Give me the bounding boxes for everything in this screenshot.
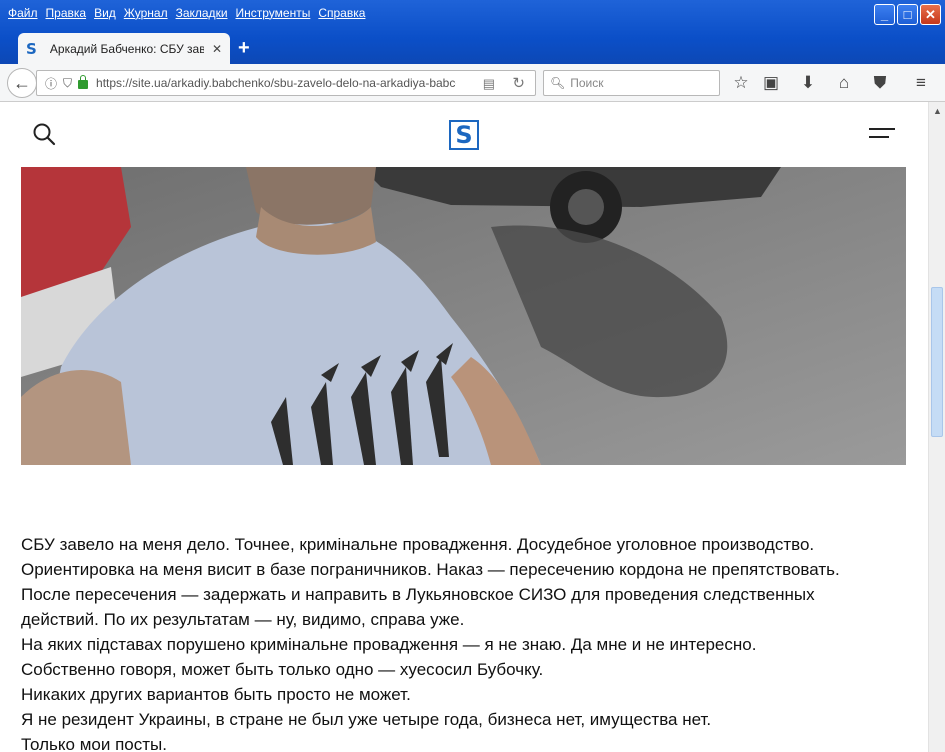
reload-icon[interactable]: ↻ bbox=[512, 74, 525, 92]
menu-tools[interactable]: Инструменты bbox=[232, 6, 315, 22]
close-icon: ✕ bbox=[925, 6, 936, 22]
bookmark-star-icon[interactable]: ☆ bbox=[730, 72, 752, 94]
menu-bookmarks[interactable]: Закладки bbox=[172, 6, 232, 22]
url-text[interactable]: https://site.ua/arkadiy.babchenko/sbu-za… bbox=[96, 76, 456, 90]
close-window-button[interactable]: ✕ bbox=[920, 4, 941, 25]
menu-view[interactable]: Вид bbox=[90, 6, 120, 22]
site-header: S bbox=[0, 102, 928, 166]
menu-help[interactable]: Справка bbox=[314, 6, 369, 22]
back-button[interactable]: ← bbox=[7, 68, 37, 98]
maximize-icon: □ bbox=[903, 7, 912, 22]
site-favicon-icon: S bbox=[26, 39, 37, 58]
tab-close-icon[interactable]: ✕ bbox=[212, 42, 222, 56]
article-line: Ориентировка на меня висит в базе погран… bbox=[21, 560, 840, 579]
page-scrollbar[interactable]: ▲ bbox=[928, 102, 945, 752]
home-icon[interactable]: ⌂ bbox=[833, 72, 855, 94]
menu-edit[interactable]: Правка bbox=[42, 6, 91, 22]
article-line: Только мои посты. bbox=[21, 735, 167, 752]
article-body: СБУ завело на меня дело. Точнее, криміна… bbox=[21, 532, 911, 752]
info-icon[interactable]: ⓘ bbox=[45, 75, 57, 92]
bookmarks-library-icon[interactable]: ▣ bbox=[760, 72, 782, 94]
scroll-up-icon[interactable]: ▲ bbox=[929, 102, 945, 119]
search-small-icon: 🔍︎ bbox=[550, 76, 566, 90]
new-tab-button[interactable]: + bbox=[238, 38, 250, 58]
article-line: действий. По их результатам — ну, видимо… bbox=[21, 610, 465, 629]
search-placeholder: Поиск bbox=[570, 76, 604, 90]
scroll-thumb[interactable] bbox=[931, 287, 943, 437]
menu-hamburger-icon[interactable]: ≡ bbox=[910, 72, 932, 94]
menu-bar: Файл Правка Вид Журнал Закладки Инструме… bbox=[4, 6, 369, 22]
shield-icon[interactable]: ⛉ bbox=[63, 76, 72, 91]
article-photo bbox=[21, 167, 906, 465]
article-line: После пересечения — задержать и направит… bbox=[21, 585, 815, 604]
nav-toolbar: ⓘ ⛉ https://site.ua/arkadiy.babchenko/sb… bbox=[0, 64, 945, 102]
site-logo[interactable]: S bbox=[449, 120, 479, 150]
lock-icon bbox=[78, 75, 89, 89]
article-line: Я не резидент Украины, в стране не был у… bbox=[21, 710, 712, 729]
downloads-icon[interactable]: ⬇ bbox=[797, 72, 819, 94]
menu-history[interactable]: Журнал bbox=[120, 6, 172, 22]
menu-file[interactable]: Файл bbox=[4, 6, 42, 22]
title-bar: Файл Правка Вид Журнал Закладки Инструме… bbox=[0, 0, 945, 64]
tab-title: Аркадий Бабченко: СБУ зав... bbox=[49, 41, 204, 56]
maximize-button[interactable]: □ bbox=[897, 4, 918, 25]
pocket-icon[interactable]: ⛊ bbox=[869, 72, 891, 94]
url-bar[interactable]: ⓘ ⛉ https://site.ua/arkadiy.babchenko/sb… bbox=[36, 70, 536, 96]
article-line: Никаких других вариантов быть просто не … bbox=[21, 685, 411, 704]
browser-tab[interactable]: S Аркадий Бабченко: СБУ зав... ✕ bbox=[18, 33, 230, 64]
search-icon[interactable] bbox=[32, 122, 56, 146]
window-controls: _ □ ✕ bbox=[874, 4, 941, 25]
minimize-button[interactable]: _ bbox=[874, 4, 895, 25]
search-bar[interactable]: 🔍︎ Поиск bbox=[543, 70, 720, 96]
minimize-icon: _ bbox=[880, 7, 889, 22]
article-line: На яких підставах порушено кримінальне п… bbox=[21, 635, 757, 654]
photo-image bbox=[21, 167, 906, 465]
article-line: Собственно говоря, может быть только одн… bbox=[21, 660, 544, 679]
reader-view-icon[interactable]: ▤ bbox=[483, 76, 495, 92]
back-arrow-icon: ← bbox=[13, 72, 31, 93]
article-line: СБУ завело на меня дело. Точнее, криміна… bbox=[21, 535, 815, 554]
hamburger-icon[interactable] bbox=[869, 128, 895, 142]
